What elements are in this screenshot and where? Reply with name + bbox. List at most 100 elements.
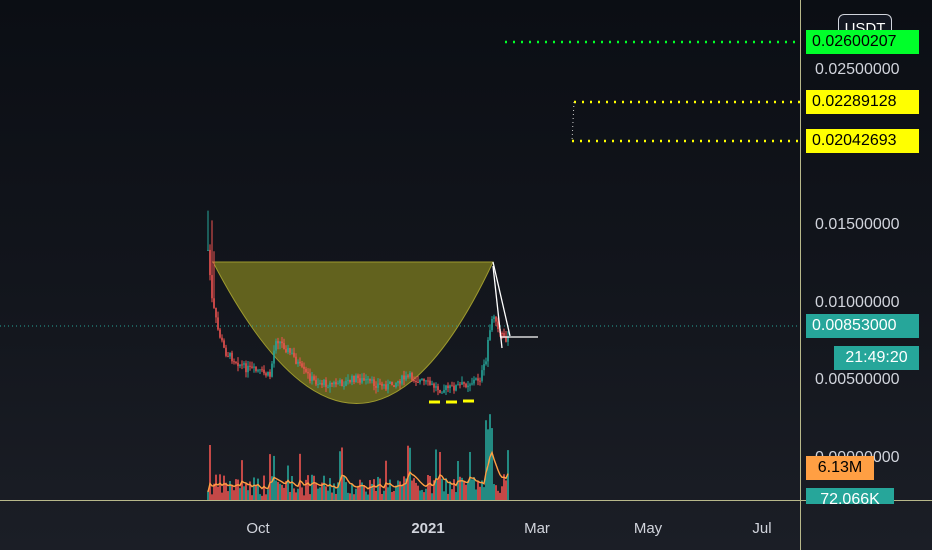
volume-bar bbox=[427, 475, 429, 500]
volume-bar bbox=[257, 478, 259, 500]
candle-body bbox=[287, 348, 289, 353]
volume-bar bbox=[417, 485, 419, 500]
volume-bar bbox=[383, 490, 385, 500]
candle-body bbox=[323, 379, 325, 385]
yellow-lower-price-label: 0.02042693 bbox=[806, 129, 919, 153]
volume-label: 72.066K bbox=[806, 488, 894, 504]
volume-bar bbox=[493, 484, 495, 500]
volume-bar bbox=[475, 489, 477, 500]
volume-bar bbox=[369, 480, 371, 500]
yellow-connector-line bbox=[571, 101, 575, 142]
candle-body bbox=[281, 341, 283, 344]
candle-body bbox=[403, 375, 405, 380]
volume-ma-label: 6.13M bbox=[806, 456, 874, 480]
candle-body bbox=[425, 380, 427, 382]
volume-bar bbox=[419, 490, 421, 500]
candle-body bbox=[495, 316, 497, 322]
volume-bar bbox=[393, 491, 395, 500]
volume-bar bbox=[217, 486, 219, 500]
candle-body bbox=[443, 389, 445, 393]
volume-bar bbox=[377, 476, 379, 500]
current-price-label: 0.00853000 bbox=[806, 314, 919, 338]
candle-body bbox=[329, 382, 331, 387]
candle-body bbox=[469, 384, 471, 386]
candle-body bbox=[437, 386, 439, 390]
candle-body bbox=[345, 380, 347, 386]
candle-body bbox=[397, 380, 399, 383]
candle-body bbox=[491, 318, 493, 331]
volume-bar bbox=[327, 490, 329, 500]
candle-body bbox=[307, 371, 309, 374]
candle-body bbox=[477, 378, 479, 381]
volume-bar bbox=[319, 487, 321, 500]
volume-bar bbox=[339, 451, 341, 500]
volume-bar bbox=[399, 481, 401, 500]
volume-bar bbox=[455, 492, 457, 500]
volume-bar bbox=[277, 482, 279, 500]
candle-body bbox=[411, 373, 413, 380]
price-chart[interactable] bbox=[0, 0, 932, 550]
candle-body bbox=[247, 365, 249, 373]
candle-body bbox=[245, 363, 247, 373]
volume-bar bbox=[467, 480, 469, 500]
volume-bar bbox=[227, 491, 229, 500]
volume-bar bbox=[291, 476, 293, 500]
candle-body bbox=[483, 364, 485, 371]
volume-bar bbox=[391, 491, 393, 500]
candle-body bbox=[359, 378, 361, 383]
volume-bar bbox=[357, 485, 359, 500]
candle-body bbox=[461, 382, 463, 385]
candle-body bbox=[301, 363, 303, 367]
candle-body bbox=[367, 378, 369, 380]
volume-bar bbox=[295, 492, 297, 500]
candle-body bbox=[293, 352, 295, 357]
candle-body bbox=[395, 382, 397, 387]
volume-bar bbox=[453, 479, 455, 500]
candle-body bbox=[291, 352, 293, 354]
candle-body bbox=[391, 381, 393, 386]
candle-body bbox=[209, 249, 211, 276]
candle-body bbox=[221, 337, 223, 341]
candle-body bbox=[235, 361, 237, 363]
candle-body bbox=[213, 298, 215, 308]
candle-body bbox=[269, 371, 271, 377]
candle-body bbox=[377, 383, 379, 388]
volume-bar bbox=[465, 484, 467, 500]
time-label-may: May bbox=[633, 520, 663, 537]
volume-bar bbox=[305, 479, 307, 500]
candle-body bbox=[441, 392, 443, 394]
volume-bar bbox=[241, 460, 243, 500]
candle-body bbox=[385, 384, 387, 390]
candle-body bbox=[249, 365, 251, 367]
candle-body bbox=[393, 385, 395, 387]
volume-bar bbox=[441, 478, 443, 500]
candle-body bbox=[311, 376, 313, 381]
volume-bar bbox=[325, 486, 327, 500]
candle-body bbox=[347, 379, 349, 381]
candle-body bbox=[479, 380, 481, 382]
candle-body bbox=[363, 378, 365, 381]
candle-body bbox=[427, 380, 429, 382]
volume-bar bbox=[437, 480, 439, 500]
candle-body bbox=[303, 366, 305, 369]
candle-body bbox=[335, 382, 337, 385]
candle-body bbox=[339, 380, 341, 384]
volume-bar bbox=[375, 490, 377, 500]
candle-body bbox=[465, 383, 467, 388]
volume-bar bbox=[315, 483, 317, 500]
volume-bar bbox=[429, 475, 431, 500]
volume-bar bbox=[395, 485, 397, 500]
volume-bar bbox=[307, 475, 309, 500]
candle-body bbox=[225, 347, 227, 356]
candle-body bbox=[251, 366, 253, 368]
volume-bar bbox=[209, 445, 211, 500]
candle-body bbox=[259, 369, 261, 371]
candle-body bbox=[239, 364, 241, 367]
candle-body bbox=[325, 379, 327, 387]
candle-body bbox=[253, 366, 255, 368]
candle-body bbox=[493, 316, 495, 319]
volume-bar bbox=[269, 454, 271, 500]
volume-bar bbox=[479, 486, 481, 500]
candle-body bbox=[381, 383, 383, 386]
candle-body bbox=[357, 375, 359, 379]
